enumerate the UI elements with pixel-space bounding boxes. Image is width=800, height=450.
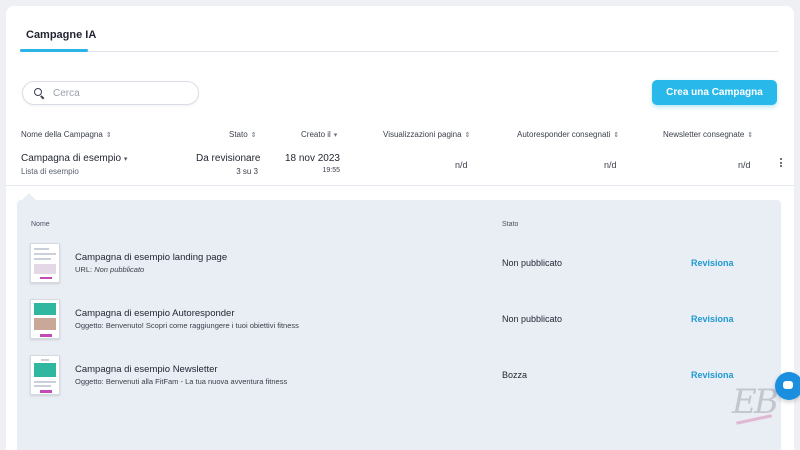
sort-icon: ⇕ xyxy=(613,132,620,139)
tab-bar: Campagne IA xyxy=(20,22,778,52)
campaign-status: Da revisionare xyxy=(196,153,261,164)
campaign-newsletter: n/d xyxy=(738,160,751,170)
item-subtitle-value: Non pubblicato xyxy=(94,265,145,274)
campaign-name-label: Campagna di esempio xyxy=(21,153,122,164)
column-header-created[interactable]: Creato il ▾ xyxy=(301,130,337,139)
campaign-autoresponder: n/d xyxy=(604,160,617,170)
newsletter-thumbnail[interactable] xyxy=(30,355,60,395)
item-title: Campagna di esempio Newsletter xyxy=(75,364,218,375)
row-divider xyxy=(6,185,794,186)
item-subtitle: Oggetto: Benvenuti alla FitFam - La tua … xyxy=(75,377,287,386)
column-header-status[interactable]: Stato ⇕ xyxy=(229,130,257,139)
kebab-menu-icon[interactable] xyxy=(776,157,786,171)
campaign-views: n/d xyxy=(455,160,468,170)
item-status: Non pubblicato xyxy=(502,258,563,268)
sort-icon: ⇕ xyxy=(747,132,754,139)
item-status: Non pubblicato xyxy=(502,314,563,324)
item-title: Campagna di esempio Autoresponder xyxy=(75,308,235,319)
landing-page-thumbnail[interactable] xyxy=(30,243,60,283)
column-header-created-label: Creato il xyxy=(301,130,331,139)
search-input[interactable] xyxy=(53,87,183,99)
search-icon xyxy=(33,87,45,99)
campaign-name[interactable]: Campagna di esempio ▾ xyxy=(21,153,127,164)
column-header-views[interactable]: Visualizzazioni pagina ⇕ xyxy=(383,130,470,139)
review-link[interactable]: Revisiona xyxy=(691,258,734,268)
review-link[interactable]: Revisiona xyxy=(691,370,734,380)
create-campaign-button[interactable]: Crea una Campagna xyxy=(652,80,777,105)
column-header-autoresponder-label: Autoresponder consegnati xyxy=(517,130,611,139)
active-tab-indicator xyxy=(20,49,88,52)
sort-desc-icon: ▾ xyxy=(333,132,338,139)
item-subtitle-label: Oggetto: xyxy=(75,377,104,386)
item-subtitle-label: URL: xyxy=(75,265,93,274)
item-status: Bozza xyxy=(502,370,528,380)
chat-icon[interactable] xyxy=(775,372,800,400)
campaign-created-time: 19:55 xyxy=(322,167,340,174)
tab-campagne-ia[interactable]: Campagne IA xyxy=(20,22,102,52)
campaign-list: Lista di esempio xyxy=(21,167,79,176)
item-subtitle: Oggetto: Benvenuto! Scopri come raggiung… xyxy=(75,321,299,330)
search-box[interactable] xyxy=(22,81,199,105)
item-subtitle-value: Benvenuti alla FitFam - La tua nuova avv… xyxy=(105,377,288,386)
sort-icon: ⇕ xyxy=(464,132,471,139)
column-header-newsletter[interactable]: Newsletter consegnate ⇕ xyxy=(663,130,753,139)
column-header-autoresponder[interactable]: Autoresponder consegnati ⇕ xyxy=(517,130,619,139)
review-link[interactable]: Revisiona xyxy=(691,314,734,324)
sort-icon: ⇕ xyxy=(250,132,257,139)
item-title: Campagna di esempio landing page xyxy=(75,252,228,263)
campaign-status-progress: 3 su 3 xyxy=(236,167,258,176)
sub-column-name: Nome xyxy=(31,221,50,228)
chevron-down-icon[interactable]: ▾ xyxy=(124,156,128,163)
item-subtitle: URL: Non pubblicato xyxy=(75,265,144,274)
campaign-created-date: 18 nov 2023 xyxy=(284,153,340,164)
column-header-newsletter-label: Newsletter consegnate xyxy=(663,130,745,139)
column-header-views-label: Visualizzazioni pagina xyxy=(383,130,462,139)
expand-pointer xyxy=(22,193,36,200)
autoresponder-thumbnail[interactable] xyxy=(30,299,60,339)
column-header-name-label: Nome della Campagna xyxy=(21,130,103,139)
item-subtitle-label: Oggetto: xyxy=(75,321,104,330)
column-header-status-label: Stato xyxy=(229,130,248,139)
column-header-name[interactable]: Nome della Campagna ⇕ xyxy=(21,130,112,139)
sort-icon: ⇕ xyxy=(105,132,112,139)
sub-column-status: Stato xyxy=(502,221,519,228)
item-subtitle-value: Benvenuto! Scopri come raggiungere i tuo… xyxy=(105,321,299,330)
